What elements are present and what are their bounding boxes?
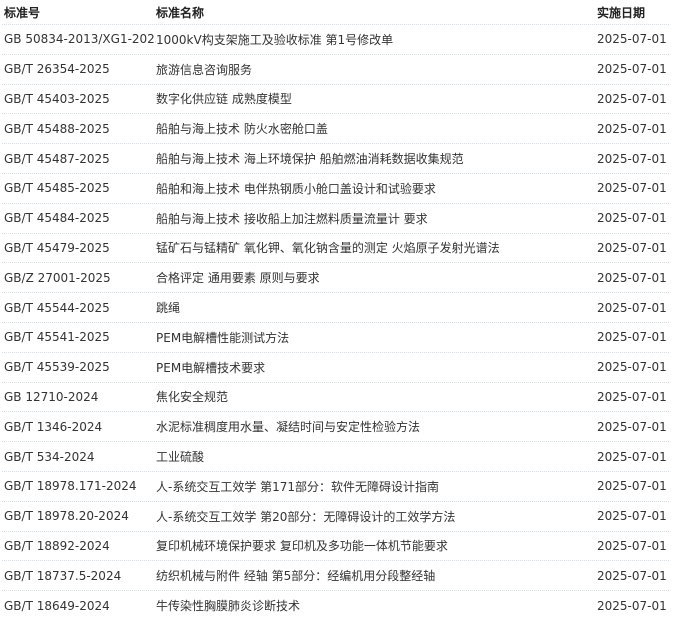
- implementation-date: 2025-07-01: [597, 389, 667, 404]
- implementation-date: 2025-07-01: [597, 300, 667, 315]
- header-date[interactable]: 实施日期: [597, 4, 669, 21]
- table-row[interactable]: GB/T 18978.20-2024 人-系统交互工效学 第20部分：无障碍设计的…: [2, 500, 669, 531]
- standard-code[interactable]: GB/T 45484-2025: [2, 211, 156, 225]
- standard-code[interactable]: GB/Z 27001-2025: [2, 271, 156, 285]
- standard-code[interactable]: GB 12710-2024: [2, 390, 156, 404]
- header-name[interactable]: 标准名称: [156, 4, 597, 21]
- standard-name[interactable]: 合格评定 通用要素 原则与要求: [156, 269, 597, 286]
- standard-code[interactable]: GB/T 18649-2024: [2, 599, 156, 613]
- implementation-date: 2025-07-01: [597, 509, 667, 524]
- standard-code[interactable]: GB/T 1346-2024: [2, 420, 156, 434]
- standard-name[interactable]: 水泥标准稠度用水量、凝结时间与安定性检验方法: [156, 418, 597, 435]
- standard-code[interactable]: GB/T 18978.20-2024: [2, 509, 156, 523]
- standard-name[interactable]: 旅游信息咨询服务: [156, 61, 597, 78]
- standard-code[interactable]: GB/T 18978.171-2024: [2, 479, 156, 493]
- standard-code[interactable]: GB/T 45403-2025: [2, 92, 156, 106]
- standard-name[interactable]: 复印机械环境保护要求 复印机及多功能一体机节能要求: [156, 537, 597, 554]
- implementation-date: 2025-07-01: [597, 360, 667, 375]
- implementation-date: 2025-07-01: [597, 181, 667, 196]
- table-row[interactable]: GB/Z 27001-2025 合格评定 通用要素 原则与要求 2025-07-01: [2, 262, 669, 292]
- table-row[interactable]: GB 50834-2013/XG1-2025 1000kV构支架施工及验收标准 第…: [2, 24, 669, 54]
- table-body: GB 50834-2013/XG1-2025 1000kV构支架施工及验收标准 第…: [2, 24, 669, 620]
- standards-table: 标准号 标准名称 实施日期 GB 50834-2013/XG1-2025 1000…: [2, 0, 669, 620]
- implementation-date: 2025-07-01: [597, 270, 667, 285]
- implementation-date: 2025-07-01: [597, 151, 667, 166]
- table-row[interactable]: GB/T 45541-2025 PEM电解槽性能测试方法 2025-07-01: [2, 321, 669, 352]
- implementation-date: 2025-07-01: [597, 598, 667, 613]
- table-row[interactable]: GB/T 45539-2025 PEM电解槽技术要求 2025-07-01: [2, 351, 669, 382]
- implementation-date: 2025-07-01: [597, 211, 667, 226]
- standard-code[interactable]: GB/T 45485-2025: [2, 181, 156, 195]
- implementation-date: 2025-07-01: [597, 32, 667, 47]
- table-row[interactable]: GB 12710-2024 焦化安全规范 2025-07-01: [2, 381, 669, 412]
- implementation-date: 2025-07-01: [597, 538, 667, 553]
- standard-name[interactable]: 1000kV构支架施工及验收标准 第1号修改单: [156, 31, 597, 48]
- implementation-date: 2025-07-01: [597, 330, 667, 345]
- table-row[interactable]: GB/T 45544-2025 跳绳 2025-07-01: [2, 292, 669, 322]
- standard-name[interactable]: PEM电解槽性能测试方法: [156, 329, 597, 346]
- implementation-date: 2025-07-01: [597, 479, 667, 494]
- table-row[interactable]: GB/T 18978.171-2024 人-系统交互工效学 第171部分：软件无障…: [2, 470, 669, 501]
- standard-code[interactable]: GB/T 18892-2024: [2, 539, 156, 553]
- standard-code[interactable]: GB/T 45539-2025: [2, 360, 156, 374]
- standard-name[interactable]: 纺织机械与附件 经轴 第5部分：经编机用分段整经轴: [156, 567, 597, 584]
- standard-name[interactable]: 焦化安全规范: [156, 388, 597, 405]
- standard-name[interactable]: 数字化供应链 成熟度模型: [156, 90, 597, 107]
- table-row[interactable]: GB/T 1346-2024 水泥标准稠度用水量、凝结时间与安定性检验方法 2025…: [2, 411, 669, 441]
- standard-name[interactable]: PEM电解槽技术要求: [156, 359, 597, 376]
- table-row[interactable]: GB/T 45479-2025 锰矿石与锰精矿 氧化钾、氧化钠含量的测定 火焰原子…: [2, 232, 669, 263]
- standard-code[interactable]: GB/T 45487-2025: [2, 152, 156, 166]
- standard-name[interactable]: 锰矿石与锰精矿 氧化钾、氧化钠含量的测定 火焰原子发射光谱法: [156, 239, 597, 256]
- standard-name[interactable]: 人-系统交互工效学 第171部分：软件无障碍设计指南: [156, 478, 597, 495]
- standard-name[interactable]: 牛传染性胸膜肺炎诊断技术: [156, 597, 597, 614]
- standard-code[interactable]: GB/T 45488-2025: [2, 122, 156, 136]
- standard-name[interactable]: 船舶与海上技术 海上环境保护 船舶燃油消耗数据收集规范: [156, 150, 597, 167]
- standard-code[interactable]: GB/T 45544-2025: [2, 301, 156, 315]
- implementation-date: 2025-07-01: [597, 91, 667, 106]
- table-row[interactable]: GB/T 18649-2024 牛传染性胸膜肺炎诊断技术 2025-07-01: [2, 590, 669, 620]
- standard-code[interactable]: GB/T 26354-2025: [2, 62, 156, 76]
- table-header: 标准号 标准名称 实施日期: [2, 0, 669, 24]
- implementation-date: 2025-07-01: [597, 62, 667, 77]
- implementation-date: 2025-07-01: [597, 449, 667, 464]
- standard-code[interactable]: GB/T 45541-2025: [2, 330, 156, 344]
- standard-code[interactable]: GB/T 18737.5-2024: [2, 569, 156, 583]
- table-row[interactable]: GB/T 18737.5-2024 纺织机械与附件 经轴 第5部分：经编机用分段整…: [2, 560, 669, 590]
- table-row[interactable]: GB/T 26354-2025 旅游信息咨询服务 2025-07-01: [2, 53, 669, 84]
- implementation-date: 2025-07-01: [597, 121, 667, 136]
- header-code[interactable]: 标准号: [2, 4, 156, 21]
- standard-name[interactable]: 人-系统交互工效学 第20部分：无障碍设计的工效学方法: [156, 508, 597, 525]
- standard-name[interactable]: 跳绳: [156, 299, 597, 316]
- implementation-date: 2025-07-01: [597, 240, 667, 255]
- standard-name[interactable]: 船舶和海上技术 电伴热钢质小舱口盖设计和试验要求: [156, 180, 597, 197]
- table-row[interactable]: GB/T 45403-2025 数字化供应链 成熟度模型 2025-07-01: [2, 83, 669, 114]
- table-row[interactable]: GB/T 45485-2025 船舶和海上技术 电伴热钢质小舱口盖设计和试验要求 2…: [2, 172, 669, 203]
- standard-code[interactable]: GB/T 45479-2025: [2, 241, 156, 255]
- standard-code[interactable]: GB 50834-2013/XG1-2025: [2, 32, 156, 46]
- implementation-date: 2025-07-01: [597, 568, 667, 583]
- table-row[interactable]: GB/T 45484-2025 船舶与海上技术 接收船上加注燃料质量流量计 要求 2…: [2, 202, 669, 233]
- standard-name[interactable]: 工业硫酸: [156, 448, 597, 465]
- table-row[interactable]: GB/T 45488-2025 船舶与海上技术 防火水密舱口盖 2025-07-01: [2, 113, 669, 143]
- standard-name[interactable]: 船舶与海上技术 防火水密舱口盖: [156, 120, 597, 137]
- standard-name[interactable]: 船舶与海上技术 接收船上加注燃料质量流量计 要求: [156, 210, 597, 227]
- table-row[interactable]: GB/T 18892-2024 复印机械环境保护要求 复印机及多功能一体机节能要求…: [2, 530, 669, 561]
- table-row[interactable]: GB/T 45487-2025 船舶与海上技术 海上环境保护 船舶燃油消耗数据收集…: [2, 143, 669, 173]
- table-row[interactable]: GB/T 534-2024 工业硫酸 2025-07-01: [2, 441, 669, 471]
- implementation-date: 2025-07-01: [597, 419, 667, 434]
- standard-code[interactable]: GB/T 534-2024: [2, 450, 156, 464]
